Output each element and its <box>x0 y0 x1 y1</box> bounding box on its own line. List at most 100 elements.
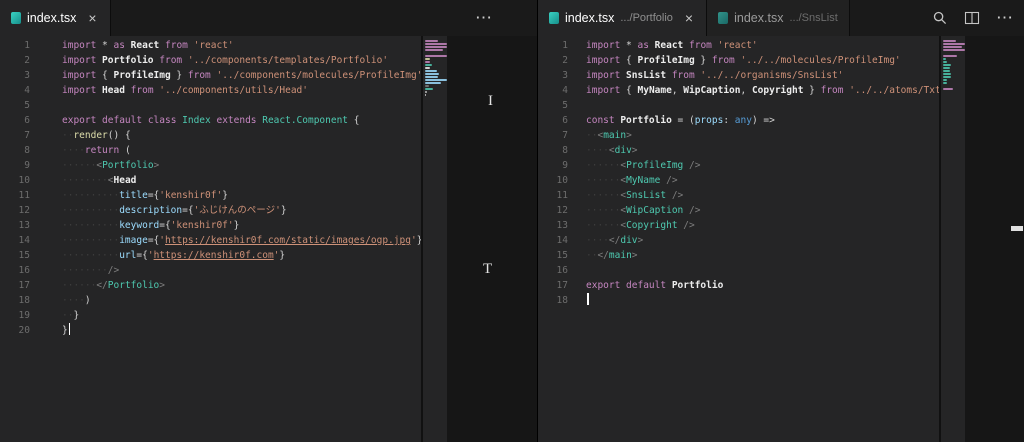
code-line[interactable]: import { ProfileImg } from '../../molecu… <box>586 53 939 68</box>
editor-right[interactable]: 1 2 3 4 5 6 7 8 9 10 11 12 13 14 15 16 17 18 import * as … <box>538 36 1024 442</box>
minimap-line <box>943 70 950 72</box>
code-line[interactable]: ··········title={'kenshir0f'} <box>62 188 421 203</box>
line-number: 13 <box>18 220 30 231</box>
code-line[interactable]: ··<main> <box>586 128 939 143</box>
code-line[interactable]: import SnsList from '../../organisms/Sns… <box>586 68 939 83</box>
minimap-line <box>943 46 962 48</box>
code-line[interactable]: import { ProfileImg } from '../component… <box>62 68 421 83</box>
code-line[interactable] <box>586 263 939 278</box>
code-line[interactable]: ··render() { <box>62 128 421 143</box>
code-line[interactable]: import Portfolio from '../components/tem… <box>62 53 421 68</box>
line-number: 16 <box>18 265 30 276</box>
code-line[interactable]: ····</div> <box>586 233 939 248</box>
tab-bar-left: index.tsx × ⋯ <box>0 0 537 36</box>
code-line[interactable]: ··········image={'https://kenshir0f.com/… <box>62 233 421 248</box>
minimap-line <box>943 73 951 75</box>
line-number: 8 <box>24 145 30 156</box>
code-line[interactable]: ······<Copyright /> <box>586 218 939 233</box>
typescript-file-icon <box>718 12 729 24</box>
close-icon[interactable]: × <box>683 10 695 26</box>
minimap-line <box>425 85 429 87</box>
line-number: 16 <box>556 265 568 276</box>
code-line[interactable]: ······<MyName /> <box>586 173 939 188</box>
more-actions-icon[interactable]: ⋯ <box>475 8 493 28</box>
close-icon[interactable]: × <box>86 10 98 26</box>
line-number: 6 <box>24 115 30 126</box>
minimap-line <box>943 61 947 63</box>
typescript-file-icon <box>549 12 559 24</box>
code-line[interactable]: ····return ( <box>62 143 421 158</box>
minimap-line <box>425 43 447 45</box>
code-line[interactable]: ······<WipCaption /> <box>586 203 939 218</box>
code-line[interactable]: ······<SnsList /> <box>586 188 939 203</box>
code-line[interactable] <box>62 98 421 113</box>
code-line[interactable]: ······<Portfolio> <box>62 158 421 173</box>
code-line[interactable]: ····) <box>62 293 421 308</box>
code-line[interactable]: export default Portfolio <box>586 278 939 293</box>
line-number: 4 <box>562 85 568 96</box>
code-line[interactable]: ········/> <box>62 263 421 278</box>
code-line[interactable]: ··········url={'https://kenshir0f.com'} <box>62 248 421 263</box>
minimap[interactable] <box>939 36 965 442</box>
minimap-line <box>943 88 953 90</box>
line-number: 10 <box>18 175 30 186</box>
tab-index-tsx-left[interactable]: index.tsx × <box>0 0 111 36</box>
search-icon[interactable] <box>932 10 948 26</box>
code-line[interactable]: import * as React from 'react' <box>586 38 939 53</box>
code-line[interactable] <box>586 98 939 113</box>
line-number: 11 <box>556 190 568 201</box>
more-actions-icon[interactable]: ⋯ <box>996 8 1014 28</box>
minimap-line <box>425 64 432 66</box>
line-number: 6 <box>562 115 568 126</box>
editor-group-left: index.tsx × ⋯ 1 2 3 4 5 6 7 8 9 10 11 12 13 14 15 16 17 1… <box>0 0 537 442</box>
minimap[interactable] <box>421 36 447 442</box>
minimap-line <box>943 49 965 51</box>
minimap-line <box>943 76 951 78</box>
code-line[interactable]: ······</Portfolio> <box>62 278 421 293</box>
code-line[interactable]: ········<Head <box>62 173 421 188</box>
editor-actions-left: ⋯ <box>475 0 537 36</box>
code-line[interactable]: ··</main> <box>586 248 939 263</box>
code-line[interactable]: ····<div> <box>586 143 939 158</box>
line-number: 18 <box>556 295 568 306</box>
text-cursor <box>68 323 71 335</box>
editor-left[interactable]: 1 2 3 4 5 6 7 8 9 10 11 12 13 14 15 16 17 18 19 20 import *… <box>0 36 537 442</box>
code-area[interactable]: import * as React from 'react' import Por… <box>36 36 421 442</box>
code-line[interactable]: ··········description={'ふじけんのページ'} <box>62 203 421 218</box>
code-line[interactable] <box>586 293 939 308</box>
code-line[interactable]: const Portfolio = (props: any) => <box>586 113 939 128</box>
line-number: 8 <box>562 145 568 156</box>
tab-title: index.tsx <box>27 11 77 25</box>
vertical-scrollbar[interactable] <box>1010 36 1024 442</box>
line-number: 3 <box>562 70 568 81</box>
code-line[interactable]: ··} <box>62 308 421 323</box>
minimap-line <box>425 55 447 57</box>
code-line[interactable]: ··········keyword={'kenshir0f'} <box>62 218 421 233</box>
editor-filler <box>965 36 1010 442</box>
minimap-line <box>943 82 947 84</box>
code-line[interactable]: import * as React from 'react' <box>62 38 421 53</box>
line-number: 5 <box>562 100 568 111</box>
code-line[interactable]: import { MyName, WipCaption, Copyright }… <box>586 83 939 98</box>
minimap-line <box>943 40 956 42</box>
tab-bar-right: index.tsx .../Portfolio × index.tsx .../… <box>538 0 1024 36</box>
minimap-line <box>425 76 438 78</box>
code-line[interactable]: export default class Index extends React… <box>62 113 421 128</box>
tab-index-tsx-snslist[interactable]: index.tsx .../SnsList <box>707 0 850 36</box>
line-number: 11 <box>18 190 30 201</box>
editor-group-right: index.tsx .../Portfolio × index.tsx .../… <box>537 0 1024 442</box>
code-line[interactable]: import Head from '../components/utils/He… <box>62 83 421 98</box>
tab-index-tsx-portfolio[interactable]: index.tsx .../Portfolio × <box>538 0 708 36</box>
minimap-line <box>943 79 947 81</box>
code-area[interactable]: import * as React from 'react' import { P… <box>574 36 939 442</box>
code-line[interactable]: } <box>62 323 421 338</box>
scrollbar-marker[interactable] <box>1011 226 1023 231</box>
split-editor-icon[interactable] <box>964 10 980 26</box>
minimap-line <box>425 58 430 60</box>
minimap-line <box>425 70 437 72</box>
code-line[interactable]: ······<ProfileImg /> <box>586 158 939 173</box>
minimap-line <box>425 82 441 84</box>
minimap-line <box>425 40 438 42</box>
minimap-line <box>943 64 951 66</box>
line-number: 2 <box>24 55 30 66</box>
